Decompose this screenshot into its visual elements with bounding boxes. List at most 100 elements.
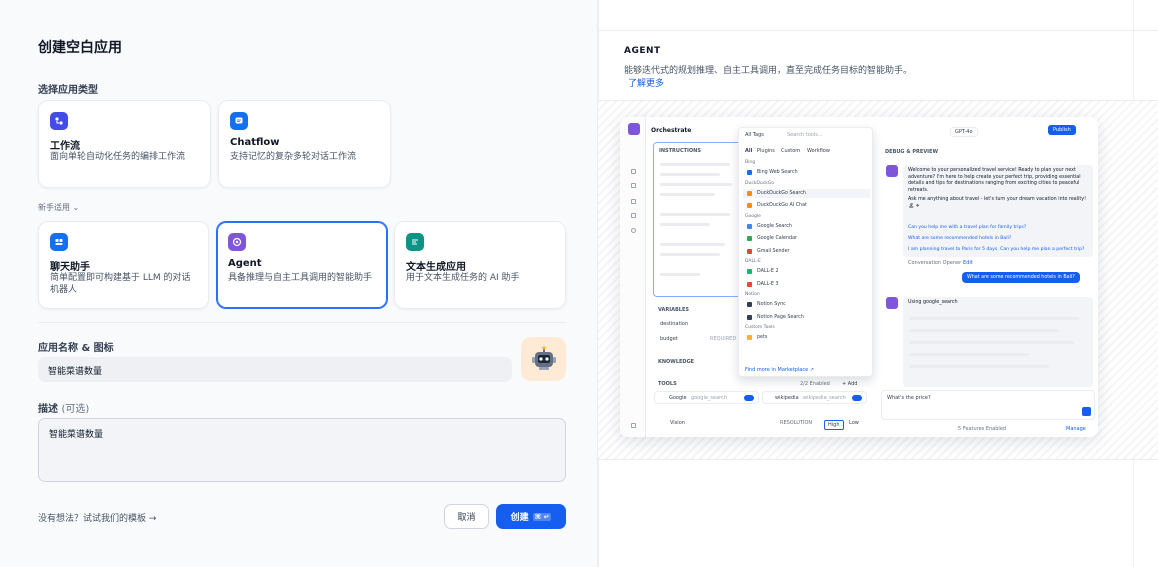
text-line	[660, 273, 700, 276]
description-textarea[interactable]: 智能菜谱数量	[38, 418, 566, 482]
card-desc: 支持记忆的复杂多轮对话工作流	[230, 152, 357, 162]
description-label-text: 描述	[38, 404, 58, 415]
high-option: High	[824, 420, 844, 430]
card-title: 文本生成应用	[406, 262, 466, 273]
dd-tab-workflow: Workflow	[807, 148, 830, 154]
low-option: Low	[849, 420, 859, 426]
text-line	[660, 183, 732, 186]
marketplace-link: Find more in Marketplace ↗	[745, 367, 814, 373]
tool-icon	[747, 314, 752, 320]
tool-option-label: Google Calendar	[757, 236, 798, 241]
app-name-input[interactable]: 智能菜谱数量	[38, 357, 512, 382]
app-type-card-agent[interactable]: Agent 具备推理与自主工具调用的智能助手	[216, 221, 388, 309]
dd-tab-custom: Custom	[781, 148, 801, 154]
learn-more-link[interactable]: 了解更多	[628, 76, 664, 89]
tool-wikipedia: wikipedia wikipedia_search	[762, 391, 867, 404]
app-type-card-text-generation[interactable]: 文本生成应用 用于文本生成任务的 AI 助手	[394, 221, 566, 309]
create-button[interactable]: 创建 ⌘ ↵	[496, 504, 566, 529]
tool-category: Custom Tools	[745, 325, 775, 330]
tool-option: pets	[743, 333, 870, 342]
welcome-message: Welcome to your personalized travel serv…	[903, 165, 1093, 257]
collapse-icon	[631, 423, 636, 428]
tool-google: Google google_search	[654, 391, 759, 404]
tool-category: Google	[745, 213, 761, 219]
card-title: Chatflow	[230, 137, 280, 148]
workflow-icon	[50, 112, 68, 130]
agent-icon	[228, 233, 246, 251]
using-label: Using	[908, 300, 922, 305]
preview-description: 能够迭代式的规划推理、自主工具调用，直至完成任务目标的智能助手。	[624, 66, 913, 76]
manage-link: Manage	[1066, 426, 1086, 432]
card-title: 聊天助手	[50, 262, 90, 273]
tool-category: Bing	[745, 160, 756, 165]
app-type-card-workflow[interactable]: 工作流 面向单轮自动化任务的编排工作流	[38, 100, 211, 188]
variable-budget: budget	[660, 336, 678, 342]
tool-category: Notion	[745, 292, 760, 297]
cancel-button[interactable]: 取消	[444, 504, 489, 529]
tool-name: wikipedia	[775, 395, 799, 401]
orchestrate-title: Orchestrate	[651, 127, 692, 134]
tool-id: google_search	[691, 395, 728, 401]
tool-icon	[747, 281, 752, 287]
agent-preview-screenshot: Orchestrate INSTRUCTIONS VARIABLES desti…	[620, 117, 1098, 437]
features-enabled: 5 Features Enabled	[958, 426, 1007, 432]
tool-option: Gmail Sender	[743, 247, 870, 256]
nav-icon	[631, 213, 636, 218]
app-type-card-chatbot[interactable]: 聊天助手 简单配置即可构建基于 LLM 的对话机器人	[38, 221, 209, 309]
app-type-card-chatflow[interactable]: Chatflow 支持记忆的复杂多轮对话工作流	[218, 100, 391, 188]
tool-icon	[747, 269, 752, 274]
create-label: 创建	[510, 513, 529, 523]
tool-option: DuckDuckGo AI Chat	[743, 201, 870, 210]
welcome-text: Welcome to your personalized travel serv…	[908, 168, 1081, 193]
page-title: 创建空白应用	[38, 40, 122, 56]
app-name-label: 应用名称 & 图标	[38, 343, 114, 354]
tool-option: Notion Page Search	[743, 313, 870, 322]
card-desc: 用于文本生成任务的 AI 助手	[406, 273, 520, 283]
description-label: 描述 (可选)	[38, 400, 89, 415]
chat-input-text: What's the price?	[887, 395, 931, 401]
edit-link: Edit	[963, 260, 973, 266]
text-line	[660, 253, 720, 256]
card-desc: 具备推理与自主工具调用的智能助手	[228, 273, 373, 283]
toggle	[852, 395, 862, 401]
card-title: 工作流	[50, 141, 80, 152]
divider	[598, 30, 1158, 31]
text-line	[660, 223, 710, 226]
bot-avatar	[886, 297, 898, 309]
publish-button: Publish	[1048, 125, 1076, 135]
tool-icon	[747, 302, 752, 307]
tool-option-label: Notion Sync	[757, 302, 786, 307]
shortcut-hint: ⌘ ↵	[532, 512, 552, 521]
debug-title: DEBUG & PREVIEW	[885, 149, 938, 155]
text-line	[909, 317, 1079, 320]
nav-icon	[631, 169, 636, 174]
model-selector: GPT-4o	[950, 127, 978, 137]
try-templates-link[interactable]: 没有想法？试试我们的模板 →	[38, 511, 156, 524]
tool-icon	[747, 335, 752, 340]
divider	[38, 322, 566, 323]
preview-sidebar	[620, 117, 646, 437]
tool-option-label: DALL-E 3	[757, 281, 779, 287]
tool-icon	[747, 236, 752, 241]
create-app-panel: 创建空白应用 选择应用类型 工作流 面向单轮自动化任务的编排工作流 Chatfl…	[0, 0, 598, 567]
card-desc: 面向单轮自动化任务的编排工作流	[50, 152, 186, 162]
tool-category: DALL-E	[745, 259, 761, 264]
variables-label: VARIABLES	[658, 307, 689, 313]
tool-name: Google	[669, 395, 687, 401]
resolution-label: RESOLUTION	[780, 420, 813, 426]
text-line	[909, 365, 1049, 368]
variable-destination: destination	[660, 321, 689, 327]
ask-text: Ask me anything about travel - let's tur…	[908, 197, 1087, 209]
beginner-toggle[interactable]: 新手适用 ⌄	[38, 202, 79, 213]
tool-option: Bing Web Search	[743, 168, 870, 177]
tool-icon	[747, 203, 752, 208]
text-line	[660, 163, 730, 166]
app-icon-picker[interactable]	[521, 337, 566, 381]
tool-id: wikipedia_search	[803, 395, 846, 401]
suggested-question: Can you help me with a travel plan for f…	[908, 225, 1027, 230]
text-line	[909, 341, 1074, 344]
tools-enabled-count: 2/2 Enabled	[800, 381, 830, 387]
chevron-down-icon: ⌄	[72, 203, 80, 212]
tool-option-label: Gmail Sender	[757, 248, 790, 254]
text-line	[660, 243, 725, 246]
